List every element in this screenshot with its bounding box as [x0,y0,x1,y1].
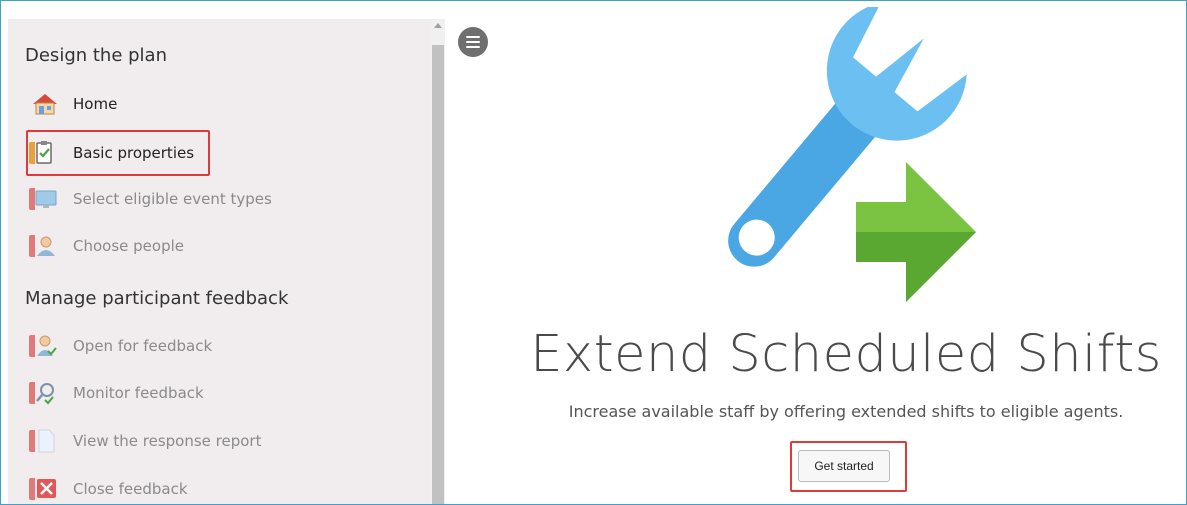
wrench-arrow-icon [728,7,976,302]
person-icon [27,233,61,259]
sidebar-item-label: Choose people [73,237,184,255]
home-icon [27,91,61,117]
sidebar-item-label: Home [73,95,118,113]
basic-properties-highlight [26,130,210,176]
sidebar-item-close-feedback[interactable]: Close feedback [27,471,188,504]
section-title-design-plan: Design the plan [25,45,167,66]
sidebar-item-label: View the response report [73,432,262,450]
document-icon [27,428,61,454]
page-subtitle: Increase available staff by offering ext… [568,402,1124,421]
sidebar-item-open-feedback[interactable]: Open for feedback [27,328,212,364]
magnifier-person-icon [27,380,61,406]
sidebar-item-select-event-types[interactable]: Select eligible event types [27,181,272,217]
hamburger-menu-icon[interactable] [458,27,488,57]
red-x-icon [27,476,61,502]
sidebar-item-label: Close feedback [73,480,188,498]
sidebar-item-monitor-feedback[interactable]: Monitor feedback [27,375,204,411]
sidebar-item-response-report[interactable]: View the response report [27,423,261,459]
scroll-up-arrow-icon[interactable] [434,23,442,28]
sidebar-item-home[interactable]: Home [27,86,117,122]
scrollbar-thumb[interactable] [432,45,444,504]
app-frame: Design the plan Home Basic properties Se… [0,0,1187,505]
page-title: Extend Scheduled Shifts [530,325,1162,384]
person-check-icon [27,333,61,359]
sidebar-scrollbar[interactable] [431,19,445,504]
section-title-manage-feedback: Manage participant feedback [25,288,289,309]
get-started-highlight [790,441,907,492]
sidebar-item-label: Open for feedback [73,337,213,355]
sidebar-item-label: Monitor feedback [73,384,204,402]
monitor-icon [27,186,61,212]
sidebar-item-choose-people[interactable]: Choose people [27,228,184,264]
sidebar-item-label: Select eligible event types [73,190,272,208]
